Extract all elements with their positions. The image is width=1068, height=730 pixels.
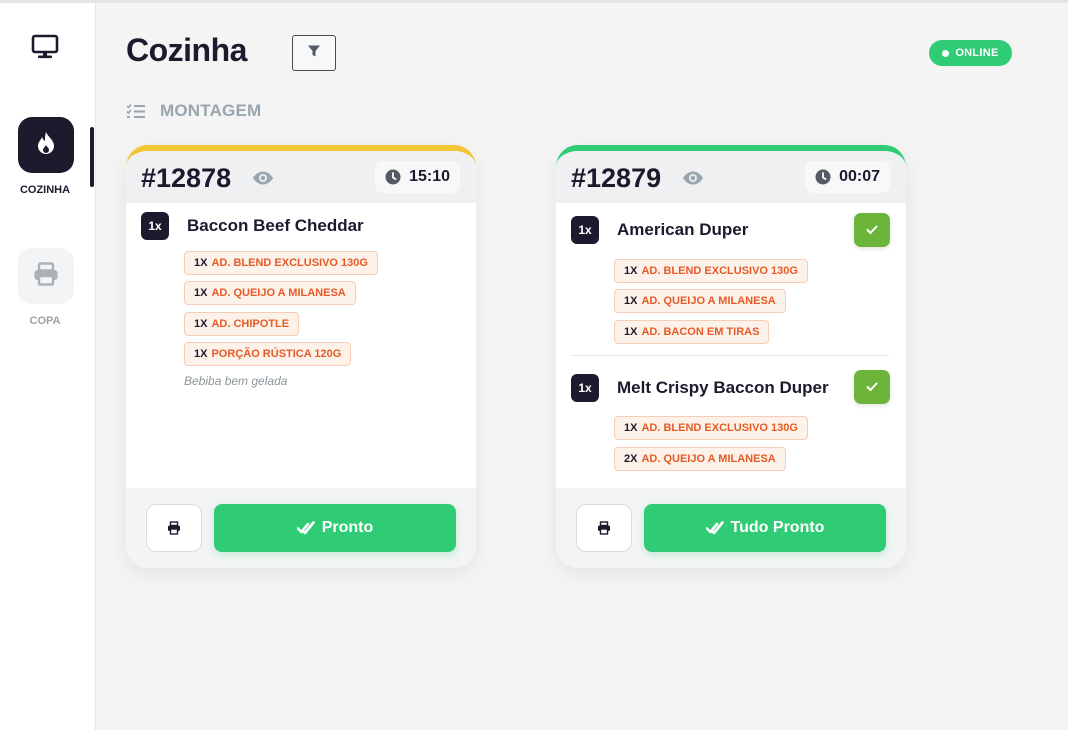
addon-qty: 1X [194, 318, 208, 330]
item-name: American Duper [617, 220, 749, 239]
addon-text: AD. BLEND EXCLUSIVO 130G [641, 265, 798, 277]
printer-icon [33, 261, 59, 291]
addon-text: AD. BLEND EXCLUSIVO 130G [211, 257, 368, 269]
addon-qty: 1X [194, 257, 208, 269]
section-title: MONTAGEM [126, 101, 261, 121]
sidebar-item-copa[interactable] [18, 248, 74, 304]
timer-value: 15:10 [409, 168, 450, 185]
order-item: 1x Baccon Beef Cheddar [141, 212, 364, 240]
clock-icon [815, 169, 831, 185]
print-button[interactable] [146, 504, 202, 552]
double-check-icon [296, 520, 315, 536]
clock-icon [385, 169, 401, 185]
item-quantity: 1x [571, 374, 599, 402]
section-label: MONTAGEM [160, 101, 262, 120]
addon-text: AD. QUEIJO A MILANESA [211, 287, 346, 299]
item-divider [571, 355, 889, 356]
sidebar-item-label: COPA [29, 315, 61, 327]
sidebar-item-cozinha[interactable] [18, 117, 74, 173]
addon-qty: 2X [624, 453, 638, 465]
addon-tag: 1X AD. BLEND EXCLUSIVO 130G [184, 251, 378, 275]
order-footer: Pronto [126, 488, 476, 568]
timer-value: 00:07 [839, 168, 880, 185]
item-check-button[interactable] [854, 370, 890, 404]
order-card: #12878 15:10 1x Baccon Beef Cheddar 1X A… [126, 145, 476, 568]
item-name: Baccon Beef Cheddar [187, 216, 364, 235]
printer-icon [597, 521, 611, 535]
status-badge: ONLINE [929, 40, 1012, 66]
addon-tag: 1X AD. BACON EM TIRAS [614, 320, 770, 344]
addon-text: AD. QUEIJO A MILANESA [641, 295, 776, 307]
addon-tag: 1X AD. BLEND EXCLUSIVO 130G [614, 259, 808, 283]
addon-qty: 1X [624, 295, 638, 307]
filter-icon [307, 44, 321, 63]
printer-icon [167, 521, 181, 535]
order-number: #12878 [141, 163, 232, 193]
status-text: ONLINE [955, 47, 999, 59]
page-title: Cozinha [126, 32, 247, 68]
eye-icon[interactable] [252, 171, 274, 190]
addon-text: AD. CHIPOTLE [211, 318, 290, 330]
order-timer: 15:10 [375, 161, 460, 193]
item-quantity: 1x [571, 216, 599, 244]
order-item: 1x Melt Crispy Baccon Duper [571, 374, 829, 402]
addon-text: AD. QUEIJO A MILANESA [641, 453, 776, 465]
check-icon [866, 382, 878, 392]
ready-button[interactable]: Pronto [214, 504, 456, 552]
eye-icon[interactable] [682, 171, 704, 190]
order-number: #12879 [571, 163, 662, 193]
addon-tag: 1X PORÇÃO RÚSTICA 120G [184, 342, 352, 366]
filter-button[interactable] [292, 35, 336, 71]
order-timer: 00:07 [805, 161, 890, 193]
addon-tag: 1X AD. BLEND EXCLUSIVO 130G [614, 416, 808, 440]
sidebar-item-label: COZINHA [19, 184, 71, 196]
addon-tag: 1X AD. CHIPOTLE [184, 312, 300, 336]
status-dot [942, 49, 950, 57]
flame-icon [36, 131, 56, 160]
checklist-icon [126, 103, 146, 119]
addon-qty: 1X [624, 422, 638, 434]
item-note: Bebiba bem gelada [184, 374, 288, 388]
print-button[interactable] [576, 504, 632, 552]
addon-qty: 1X [194, 348, 208, 360]
addon-tag: 2X AD. QUEIJO A MILANESA [614, 447, 786, 471]
addon-text: PORÇÃO RÚSTICA 120G [211, 348, 342, 360]
addon-qty: 1X [194, 287, 208, 299]
addon-tag: 1X AD. QUEIJO A MILANESA [184, 281, 356, 305]
order-header: #12878 15:10 [126, 151, 476, 203]
order-header: #12879 00:07 [556, 151, 906, 203]
order-card: #12879 00:07 1x American Duper 1X AD. BL… [556, 145, 906, 568]
order-item: 1x American Duper [571, 216, 748, 244]
addon-qty: 1X [624, 265, 638, 277]
item-check-button[interactable] [854, 213, 890, 247]
item-quantity: 1x [141, 212, 169, 240]
ready-label: Tudo Pronto [730, 519, 825, 536]
top-border [0, 0, 1068, 3]
addon-text: AD. BACON EM TIRAS [641, 326, 760, 338]
all-ready-button[interactable]: Tudo Pronto [644, 504, 886, 552]
sidebar: COZINHA COPA [0, 3, 96, 730]
check-icon [866, 225, 878, 235]
order-footer: Tudo Pronto [556, 488, 906, 568]
double-check-icon [705, 520, 724, 536]
addon-qty: 1X [624, 326, 638, 338]
addon-text: AD. BLEND EXCLUSIVO 130G [641, 422, 798, 434]
active-indicator [90, 127, 94, 187]
addon-tag: 1X AD. QUEIJO A MILANESA [614, 289, 786, 313]
monitor-icon[interactable] [30, 33, 60, 61]
item-name: Melt Crispy Baccon Duper [617, 378, 829, 397]
ready-label: Pronto [321, 519, 374, 536]
